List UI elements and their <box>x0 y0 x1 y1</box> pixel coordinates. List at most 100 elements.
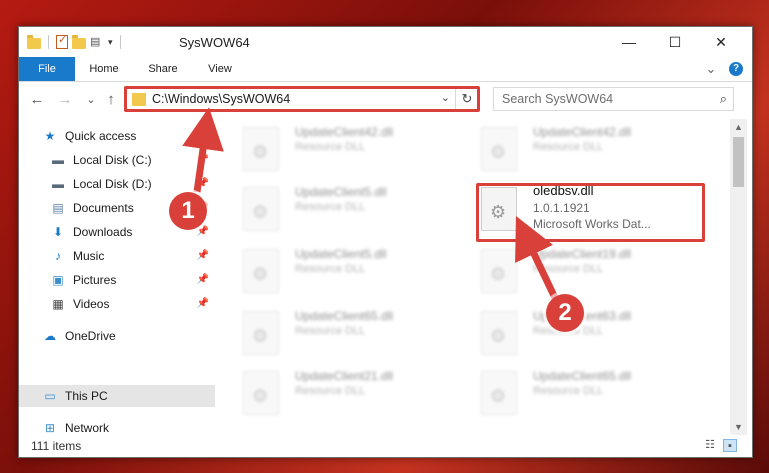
search-icon[interactable]: ⌕ <box>720 91 727 107</box>
properties-icon[interactable] <box>56 33 68 49</box>
close-button[interactable]: ✕ <box>698 27 744 57</box>
minimize-button[interactable]: — <box>606 27 652 57</box>
title-bar: ▤ ▾ SysWOW64 — ☐ ✕ <box>19 27 752 57</box>
file-name: UpdateClient65.dll <box>295 309 394 323</box>
file-description: Resource DLL <box>295 385 366 397</box>
recent-locations-button[interactable]: ⌄ <box>81 91 101 109</box>
sidebar-item-onedrive[interactable]: ☁ OneDrive <box>19 325 215 347</box>
file-item[interactable]: UpdateClient65.dll Resource DLL <box>223 305 453 357</box>
drive-icon: ▬ <box>52 177 64 191</box>
drive-icon: ▬ <box>52 153 64 167</box>
file-item[interactable]: UpdateClient5.dll Resource DLL <box>223 181 453 233</box>
file-item[interactable]: UpdateClient42.dll Resource DLL <box>223 121 453 173</box>
search-box[interactable]: Search SysWOW64 ⌕ <box>493 87 734 111</box>
new-folder-icon[interactable] <box>72 34 86 49</box>
file-item[interactable]: UpdateClient65.dll Resource DLL <box>461 365 691 417</box>
dll-file-icon <box>481 311 517 355</box>
details-view-icon[interactable]: ☷ <box>703 439 717 452</box>
tab-share[interactable]: Share <box>139 57 187 81</box>
window-title: SysWOW64 <box>179 35 250 50</box>
toolbar-divider <box>48 35 49 49</box>
sidebar-item-videos[interactable]: ▦ Videos 📌 <box>19 293 215 315</box>
dll-file-icon <box>243 371 279 415</box>
tab-file[interactable]: File <box>19 57 75 81</box>
file-name: UpdateClient21.dll <box>295 369 394 383</box>
file-name: UpdateClient19.dll <box>533 247 632 261</box>
status-bar: 111 items ☷ ▪ <box>19 435 752 457</box>
pin-icon: 📌 <box>196 250 209 261</box>
folder-icon <box>27 34 41 49</box>
refresh-button[interactable]: ↻ <box>455 88 478 110</box>
file-item[interactable]: UpdateClient42.dll Resource DLL <box>461 121 691 173</box>
help-icon[interactable]: ? <box>729 62 743 76</box>
file-description: Resource DLL <box>295 263 366 275</box>
documents-icon: ▤ <box>52 201 64 215</box>
toolbar-dropdown-icon[interactable]: ▾ <box>108 37 113 48</box>
file-item[interactable]: UpdateClient21.dll Resource DLL <box>223 365 453 417</box>
toolbar-divider <box>119 35 121 49</box>
file-name: UpdateClient5.dll <box>295 247 387 261</box>
dll-file-icon <box>243 187 279 231</box>
scroll-up-icon[interactable]: ▲ <box>730 119 747 135</box>
maximize-button[interactable]: ☐ <box>652 27 698 57</box>
file-name: UpdateClient42.dll <box>533 125 632 139</box>
sidebar-item-label: OneDrive <box>65 329 116 343</box>
sidebar-item-label: This PC <box>65 389 108 403</box>
file-description: Resource DLL <box>533 263 604 275</box>
address-path[interactable]: C:\Windows\SysWOW64 <box>152 92 290 106</box>
tab-home[interactable]: Home <box>79 57 129 81</box>
sidebar-item-quick-access[interactable]: ★ Quick access <box>19 125 215 147</box>
search-placeholder: Search SysWOW64 <box>502 92 614 106</box>
download-icon: ⬇ <box>52 225 64 239</box>
file-name: UpdateClient5.dll <box>295 185 387 199</box>
dll-file-icon <box>243 127 279 171</box>
sidebar-item-label: Downloads <box>73 225 133 239</box>
pin-icon: 📌 <box>196 178 209 189</box>
star-icon: ★ <box>44 129 56 143</box>
quick-access-toolbar: ▤ ▾ <box>27 33 124 51</box>
file-list: UpdateClient42.dll Resource DLL UpdateCl… <box>215 119 729 435</box>
sidebar-item-this-pc[interactable]: ▭ This PC <box>19 385 215 407</box>
sidebar-item-local-disk-c[interactable]: ▬ Local Disk (C:) 📌 <box>19 149 215 171</box>
dll-file-icon <box>481 371 517 415</box>
pin-icon: 📌 <box>196 154 209 165</box>
sidebar-item-label: Quick access <box>65 129 137 143</box>
sidebar-item-label: Music <box>73 249 105 263</box>
folder-icon <box>132 93 146 106</box>
sidebar-item-label: Local Disk (D:) <box>73 177 152 191</box>
file-description: Resource DLL <box>295 141 366 153</box>
file-description: Resource DLL <box>533 385 604 397</box>
navigation-pane: ★ Quick access ▬ Local Disk (C:) 📌 ▬ Loc… <box>19 119 215 435</box>
customize-toolbar-icon[interactable]: ▤ <box>90 35 104 49</box>
back-button[interactable]: ← <box>27 91 47 109</box>
up-button[interactable]: ↑ <box>101 91 121 109</box>
tab-view[interactable]: View <box>197 57 243 81</box>
file-name: UpdateClient42.dll <box>295 125 394 139</box>
forward-button[interactable]: → <box>55 91 75 109</box>
music-icon: ♪ <box>55 249 61 263</box>
dll-file-icon <box>243 249 279 293</box>
file-description: Resource DLL <box>295 201 366 213</box>
scroll-thumb[interactable] <box>733 137 744 187</box>
navigation-bar: ← → ⌄ ↑ C:\Windows\SysWOW64 ⌄ ↻ Search S… <box>19 83 752 117</box>
address-bar[interactable]: C:\Windows\SysWOW64 ⌄ ↻ <box>125 87 479 111</box>
sidebar-item-label: Pictures <box>73 273 117 287</box>
videos-icon: ▦ <box>52 297 64 311</box>
file-description: Resource DLL <box>295 325 366 337</box>
expand-ribbon-icon[interactable]: ⌄ <box>703 57 719 81</box>
cloud-icon: ☁ <box>44 329 56 343</box>
ribbon-tabs: File Home Share View ⌄ ? <box>19 57 752 82</box>
file-explorer-window: ▤ ▾ SysWOW64 — ☐ ✕ File Home Share View … <box>18 26 753 458</box>
step-2-badge: 2 <box>546 294 584 332</box>
item-count: 111 items <box>31 439 82 453</box>
large-icons-view-icon[interactable]: ▪ <box>723 439 737 452</box>
file-item[interactable]: UpdateClient5.dll Resource DLL <box>223 243 453 295</box>
scroll-down-icon[interactable]: ▼ <box>730 419 747 435</box>
address-dropdown-icon[interactable]: ⌄ <box>441 91 450 104</box>
pin-icon: 📌 <box>196 298 209 309</box>
sidebar-item-pictures[interactable]: ▣ Pictures 📌 <box>19 269 215 291</box>
sidebar-item-music[interactable]: ♪ Music 📌 <box>19 245 215 267</box>
dll-file-icon <box>481 127 517 171</box>
file-item[interactable]: UpdateClient19.dll Resource DLL <box>461 243 691 295</box>
vertical-scrollbar[interactable]: ▲ ▼ <box>730 119 747 435</box>
